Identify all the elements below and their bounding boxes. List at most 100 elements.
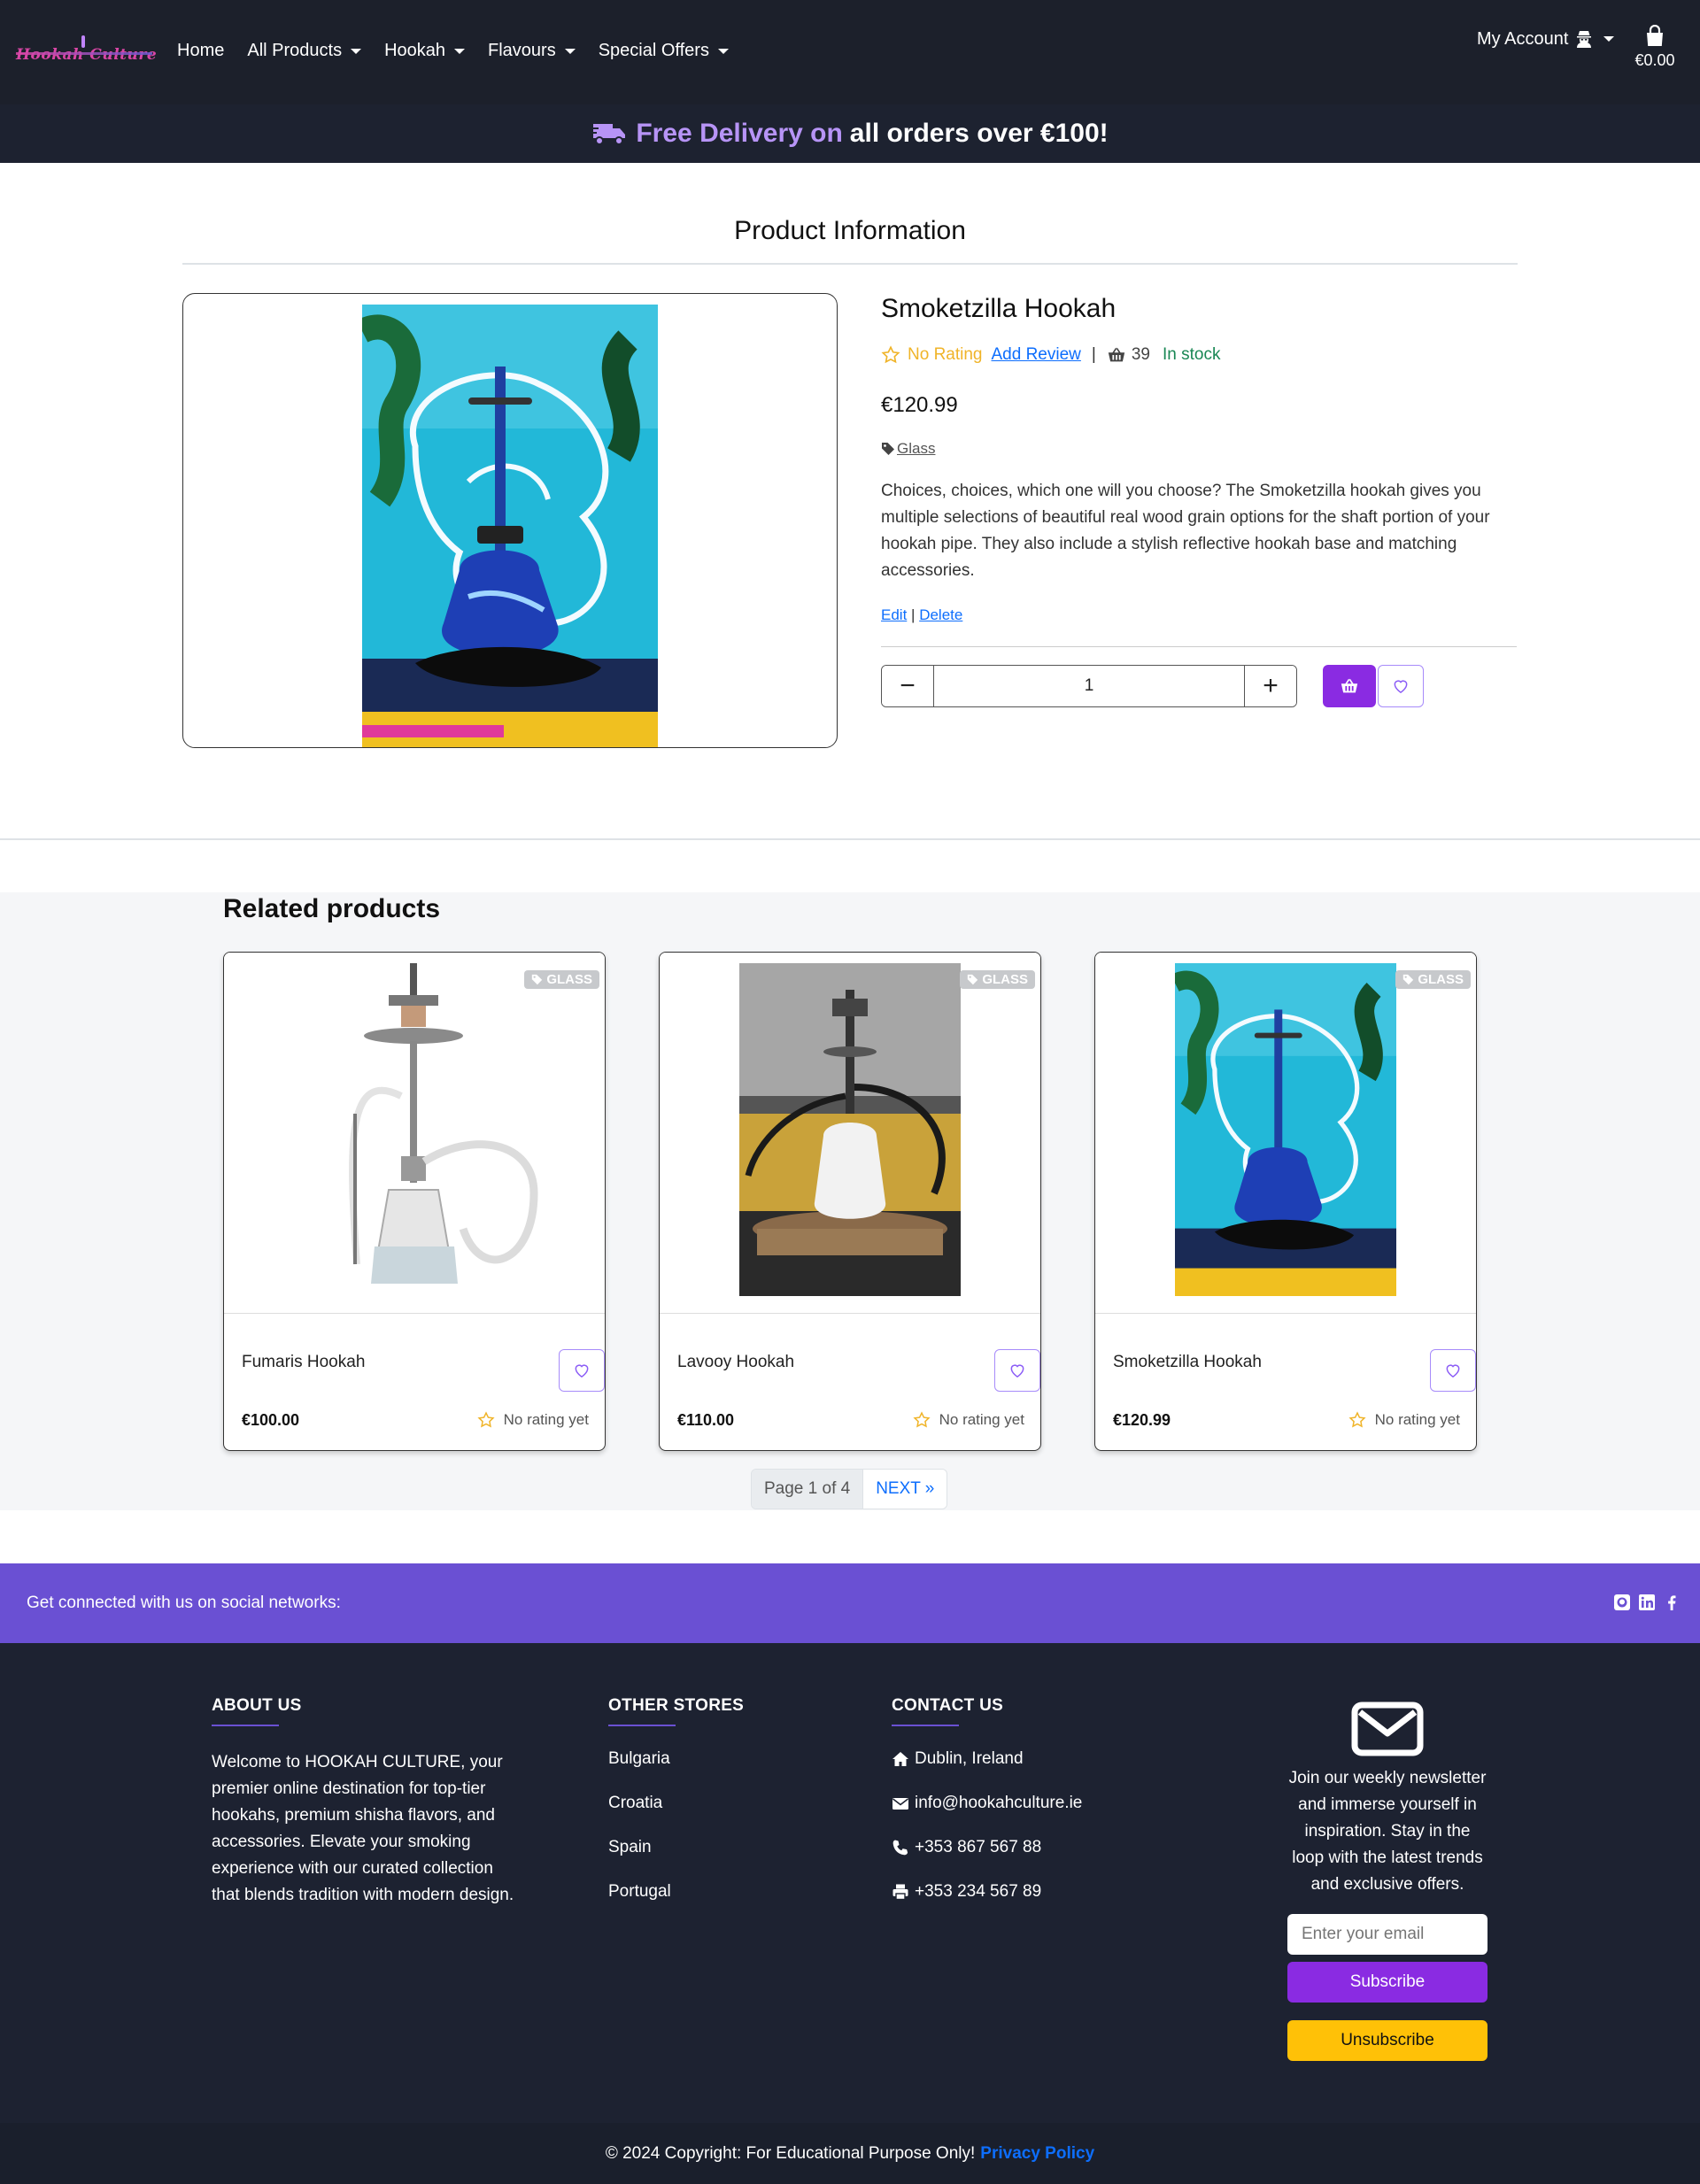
card-wishlist-button[interactable]	[994, 1349, 1040, 1392]
store-link[interactable]: Portugal	[608, 1882, 744, 1902]
page-title: Product Information	[734, 216, 966, 245]
divider	[881, 646, 1517, 647]
tag-icon	[968, 974, 978, 985]
linkedin-icon[interactable]	[1638, 1594, 1656, 1616]
stock-status: In stock	[1162, 345, 1221, 364]
card-rating-text: No rating yet	[939, 1411, 1024, 1428]
promo-banner: Free Delivery on all orders over €100!	[0, 104, 1700, 163]
nav-home-label: Home	[177, 41, 225, 60]
pagination: Page 1 of 4 NEXT »	[751, 1469, 948, 1509]
contact-phone-text: +353 867 567 88	[915, 1838, 1042, 1856]
card-wishlist-button[interactable]	[1430, 1349, 1476, 1392]
copyright-bar: © 2024 Copyright: For Educational Purpos…	[0, 2123, 1700, 2184]
edit-link[interactable]: Edit	[881, 606, 907, 623]
basket-icon	[1341, 678, 1358, 693]
tag-icon	[882, 443, 894, 455]
card-image	[1175, 963, 1396, 1296]
category-badge-label: GLASS	[1418, 972, 1464, 987]
account-label: My Account	[1477, 28, 1569, 49]
envelope-icon	[892, 1798, 908, 1810]
product-description: Choices, choices, which one will you cho…	[881, 482, 1490, 580]
add-to-cart-button[interactable]	[1323, 665, 1376, 707]
card-product-name[interactable]: Smoketzilla Hookah	[1113, 1353, 1262, 1372]
nav-all-products[interactable]: All Products	[247, 41, 362, 61]
chevron-down-icon	[351, 48, 362, 54]
category-badge-label: GLASS	[546, 972, 592, 987]
star-outline-icon	[881, 345, 900, 364]
footer-stores: OTHER STORES Bulgaria Croatia Spain Port…	[608, 1696, 744, 1926]
newsletter-email-input[interactable]	[1287, 1914, 1488, 1955]
divider	[0, 838, 1700, 840]
site-logo[interactable]: Hookah Culture	[16, 35, 157, 67]
github-icon[interactable]	[1613, 1594, 1631, 1616]
add-to-wishlist-button[interactable]	[1378, 665, 1424, 707]
nav-flavours-label: Flavours	[488, 41, 556, 60]
card-wishlist-button[interactable]	[559, 1349, 605, 1392]
newsletter: Join our weekly newsletter and immerse y…	[1287, 1702, 1488, 2061]
chevron-down-icon	[564, 48, 576, 54]
card-rating: No rating yet	[477, 1411, 589, 1429]
heart-icon	[1394, 680, 1408, 693]
privacy-policy-link[interactable]: Privacy Policy	[980, 2144, 1094, 2164]
chevron-down-icon	[454, 48, 466, 54]
card-rating-text: No rating yet	[1374, 1411, 1460, 1428]
delete-link[interactable]: Delete	[919, 606, 962, 623]
product-card[interactable]: GLASS Smoketzilla Hookah €120.99 No rati…	[1094, 952, 1477, 1451]
account-dropdown[interactable]: My Account	[1477, 28, 1615, 50]
footer-contact: CONTACT US Dublin, Ireland info@hookahcu…	[892, 1696, 1082, 1926]
card-price: €110.00	[677, 1411, 735, 1429]
admin-separator: |	[911, 606, 916, 623]
basket-icon	[1108, 347, 1124, 362]
main-nav: Home All Products Hookah Flavours Specia…	[177, 41, 752, 61]
cart-button[interactable]: €0.00	[1629, 25, 1681, 70]
navbar: Hookah Culture Home All Products Hookah …	[0, 0, 1700, 104]
quantity-input[interactable]: 1	[933, 666, 1245, 706]
nav-hookah[interactable]: Hookah	[384, 41, 466, 61]
category-badge: GLASS	[960, 970, 1035, 989]
card-product-name[interactable]: Fumaris Hookah	[242, 1353, 365, 1372]
phone-icon	[892, 1840, 908, 1856]
quantity-stepper: − 1 +	[881, 665, 1297, 707]
product-card[interactable]: GLASS Fumaris Hookah €100.00 No rating y…	[223, 952, 606, 1451]
stock-count: 39	[1131, 345, 1150, 364]
decrease-quantity-button[interactable]: −	[882, 666, 933, 706]
card-image-area: GLASS	[660, 953, 1040, 1314]
contact-phone: +353 867 567 88	[892, 1838, 1082, 1857]
newsletter-text: Join our weekly newsletter and immerse y…	[1288, 1769, 1487, 1894]
cart-total: €0.00	[1634, 51, 1675, 69]
card-product-name[interactable]: Lavooy Hookah	[677, 1353, 794, 1372]
store-link[interactable]: Spain	[608, 1838, 744, 1857]
tag-icon	[1403, 974, 1414, 985]
page-indicator: Page 1 of 4	[752, 1470, 863, 1509]
social-text: Get connected with us on social networks…	[27, 1594, 341, 1612]
store-link[interactable]: Bulgaria	[608, 1749, 744, 1769]
contact-email-text: info@hookahculture.ie	[915, 1794, 1083, 1812]
product-meta-row: No Rating Add Review | 39 In stock	[881, 345, 1220, 365]
category-badge: GLASS	[524, 970, 599, 989]
unsubscribe-button[interactable]: Unsubscribe	[1287, 2020, 1488, 2061]
truck-icon	[591, 124, 626, 145]
nav-home[interactable]: Home	[177, 41, 224, 61]
add-review-link[interactable]: Add Review	[992, 345, 1081, 365]
product-card[interactable]: GLASS Lavooy Hookah €110.00 No rating ye…	[659, 952, 1041, 1451]
card-image-area: GLASS	[1095, 953, 1476, 1314]
subscribe-button[interactable]: Subscribe	[1287, 1962, 1488, 2003]
envelope-icon	[1351, 1702, 1424, 1756]
card-price: €100.00	[242, 1411, 300, 1429]
meta-separator: |	[1091, 345, 1096, 364]
user-secret-icon	[1577, 31, 1592, 48]
nav-flavours[interactable]: Flavours	[488, 41, 576, 61]
product-price: €120.99	[881, 393, 958, 417]
contact-fax: +353 234 567 89	[892, 1882, 1082, 1902]
facebook-icon[interactable]	[1663, 1594, 1681, 1616]
copyright-text: © 2024 Copyright: For Educational Purpos…	[605, 2143, 976, 2163]
next-page-button[interactable]: NEXT »	[862, 1470, 947, 1509]
star-outline-icon	[477, 1411, 495, 1428]
store-link[interactable]: Croatia	[608, 1794, 744, 1813]
nav-special-offers[interactable]: Special Offers	[599, 41, 729, 61]
increase-quantity-button[interactable]: +	[1245, 666, 1296, 706]
category-badge: GLASS	[1395, 970, 1471, 989]
product-tag[interactable]: Glass	[881, 440, 935, 458]
heart-icon	[1446, 1364, 1460, 1378]
footer: ABOUT US Welcome to HOOKAH CULTURE, your…	[0, 1643, 1700, 2123]
